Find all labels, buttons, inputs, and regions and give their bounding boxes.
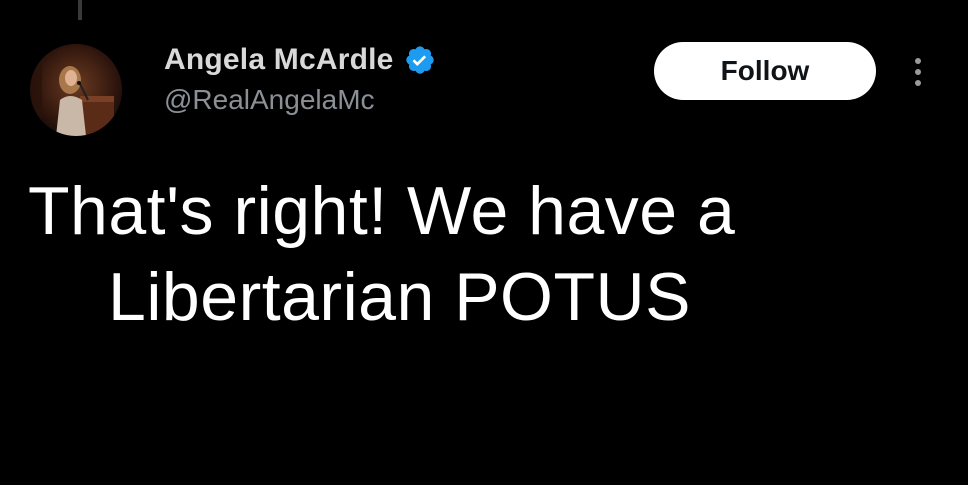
user-handle[interactable]: @RealAngelaMc [164,84,436,116]
more-dot [915,80,921,86]
tweet-text-line: Libertarian POTUS [108,259,691,335]
verified-badge-icon [404,44,436,76]
tweet-header: Angela McArdle @RealAngelaMc Follow [30,40,940,136]
author-info: Angela McArdle @RealAngelaMc [164,40,436,116]
display-name[interactable]: Angela McArdle [164,43,394,77]
follow-button[interactable]: Follow [654,42,876,100]
avatar-image [30,44,122,136]
tweet-text: That's right! We have a Libertarian POTU… [28,168,958,340]
more-options-icon[interactable] [906,50,930,94]
more-dot [915,58,921,64]
name-row: Angela McArdle [164,40,436,80]
more-dot [915,69,921,75]
tweet-text-line: That's right! We have a [28,173,736,249]
thread-connector-line [78,0,82,20]
avatar[interactable] [30,44,122,136]
